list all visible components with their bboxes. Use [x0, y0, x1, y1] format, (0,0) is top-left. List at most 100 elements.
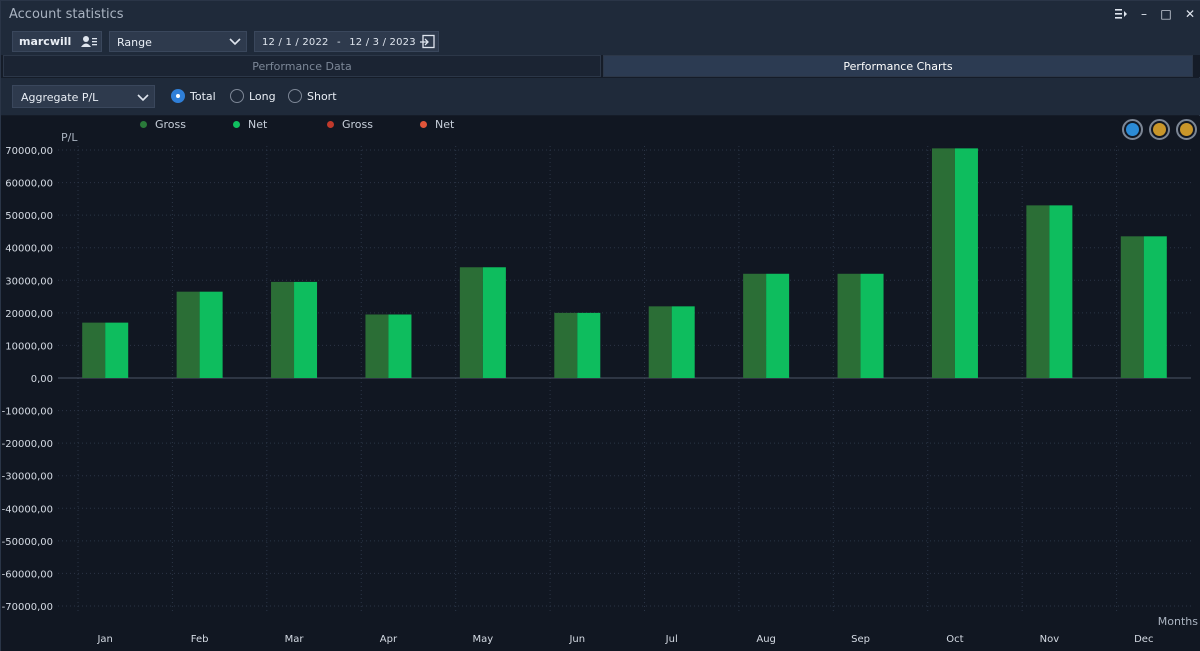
net-bar — [860, 273, 884, 378]
gross-bar — [82, 322, 106, 378]
gross-bar — [837, 273, 861, 378]
date-to-day[interactable]: 3 — [373, 37, 380, 48]
radio-short-indicator[interactable] — [288, 89, 302, 103]
net-bar — [294, 281, 318, 378]
pl-bar-chart: 70000,00 60000,00 50000,00 40000,00 30000,00… — [2, 131, 1199, 645]
date-from-day[interactable]: 1 — [285, 37, 292, 48]
date-range-picker[interactable]: 12 / 1 / 2022 - 12 / 3 / 2023 — [254, 31, 439, 52]
menu-pin-icon[interactable] — [1112, 5, 1130, 23]
zoom-in-icon[interactable] — [1149, 119, 1170, 140]
net-bar — [388, 314, 412, 378]
radio-long-indicator[interactable] — [230, 89, 244, 103]
y-tick-label: 10000,00 — [5, 341, 53, 352]
toolbar: marcwill Range 12 / 1 / 2022 - 12 / 3 / … — [1, 29, 1200, 77]
net-bar — [766, 273, 790, 378]
net-bar — [1049, 205, 1073, 378]
x-tick-label: Nov — [1040, 634, 1060, 645]
y-tick-label: 30000,00 — [5, 276, 53, 287]
x-tick-label: Oct — [946, 634, 963, 645]
gross-bar — [648, 306, 672, 378]
metric-dropdown[interactable]: Aggregate P/L — [12, 85, 155, 108]
y-tick-label: -40000,00 — [2, 504, 53, 515]
x-tick-label: Feb — [191, 634, 209, 645]
y-tick-label: 50000,00 — [5, 211, 53, 222]
x-tick-label: Aug — [756, 634, 776, 645]
range-value: Range — [117, 36, 152, 49]
legend-label: Net — [248, 118, 268, 131]
y-tick-label: 70000,00 — [5, 146, 53, 157]
range-dropdown[interactable]: Range — [109, 31, 247, 52]
date-to-year[interactable]: 2023 — [390, 37, 416, 48]
radio-total-indicator[interactable] — [171, 89, 185, 103]
legend-swatch — [420, 121, 427, 128]
metric-value: Aggregate P/L — [21, 91, 99, 104]
radio-total[interactable]: Total — [171, 88, 216, 104]
radio-total-label: Total — [190, 89, 216, 103]
y-tick-label: 60000,00 — [5, 179, 53, 190]
tab-performance-charts[interactable]: Performance Charts — [603, 55, 1193, 77]
x-tick-label: May — [473, 634, 494, 645]
close-button[interactable]: ✕ — [1181, 5, 1199, 23]
y-axis-label: P/L — [61, 131, 78, 144]
radio-long[interactable]: Long — [230, 88, 276, 104]
legend-label: Gross — [155, 118, 186, 131]
net-bar — [105, 322, 129, 378]
net-bar — [482, 267, 506, 378]
radio-short-label: Short — [307, 89, 337, 103]
y-tick-label: -20000,00 — [2, 439, 53, 450]
legend-net-loss[interactable]: Net — [420, 118, 454, 131]
y-tick-label: -50000,00 — [2, 537, 53, 548]
minimize-button[interactable]: – — [1135, 5, 1153, 23]
gross-bar — [1026, 205, 1050, 378]
x-tick-label: Jul — [665, 634, 678, 645]
gross-bar — [176, 291, 200, 378]
calendar-apply-icon[interactable] — [420, 34, 436, 49]
y-tick-label: -60000,00 — [2, 569, 53, 580]
maximize-button[interactable]: □ — [1157, 5, 1175, 23]
chevron-down-icon — [229, 38, 241, 46]
tab-performance-data[interactable]: Performance Data — [3, 55, 601, 77]
account-selector[interactable]: marcwill — [12, 31, 102, 52]
x-axis-label: Months — [1158, 615, 1198, 628]
net-bar — [954, 148, 978, 378]
x-tick-label: Dec — [1134, 634, 1153, 645]
legend-label: Gross — [342, 118, 373, 131]
net-bar — [1143, 236, 1167, 378]
legend-swatch — [233, 121, 240, 128]
radio-long-label: Long — [249, 89, 276, 103]
gross-bar — [743, 273, 767, 378]
y-tick-label: -30000,00 — [2, 472, 53, 483]
y-tick-label: 20000,00 — [5, 309, 53, 320]
account-name: marcwill — [19, 35, 72, 48]
zoom-reset-icon[interactable] — [1122, 119, 1143, 140]
window-title: Account statistics — [9, 7, 124, 22]
gross-bar — [1120, 236, 1144, 378]
title-bar[interactable]: Account statistics – □ ✕ — [1, 1, 1200, 29]
legend-swatch — [327, 121, 334, 128]
zoom-out-icon[interactable] — [1176, 119, 1197, 140]
legend-swatch — [140, 121, 147, 128]
date-to-month[interactable]: 12 — [349, 37, 362, 48]
y-tick-label: 40000,00 — [5, 244, 53, 255]
gross-bar — [554, 312, 578, 378]
gross-bar — [271, 281, 295, 378]
radio-short[interactable]: Short — [288, 88, 337, 104]
net-bar — [577, 312, 601, 378]
net-bar — [199, 291, 223, 378]
x-tick-label: Jan — [96, 634, 112, 645]
x-tick-label: Jun — [568, 634, 585, 645]
net-bar — [671, 306, 695, 378]
legend-gross-profit[interactable]: Gross — [140, 118, 186, 131]
legend-net-profit[interactable]: Net — [233, 118, 267, 131]
legend-gross-loss[interactable]: Gross — [327, 118, 373, 131]
tab-bar: Performance Data Performance Charts — [1, 55, 1200, 77]
date-separator: - — [336, 37, 341, 48]
y-tick-label: -70000,00 — [2, 602, 53, 613]
date-from-month[interactable]: 12 — [262, 37, 275, 48]
gross-bar — [459, 267, 483, 378]
y-tick-label: 0,00 — [31, 374, 53, 385]
date-from-year[interactable]: 2022 — [302, 37, 328, 48]
y-tick-label: -10000,00 — [2, 407, 53, 418]
legend-label: Net — [435, 118, 455, 131]
chevron-down-icon — [137, 94, 149, 102]
